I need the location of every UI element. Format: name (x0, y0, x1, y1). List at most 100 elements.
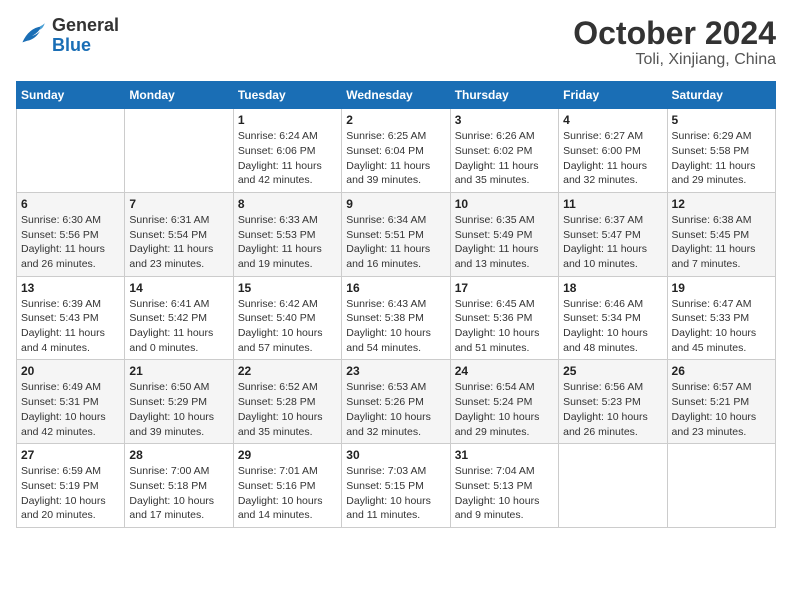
calendar-cell: 25 Sunrise: 6:56 AM Sunset: 5:23 PM Dayli… (559, 360, 667, 444)
calendar-cell: 14 Sunrise: 6:41 AM Sunset: 5:42 PM Dayli… (125, 276, 233, 360)
calendar-table: SundayMondayTuesdayWednesdayThursdayFrid… (16, 81, 776, 528)
calendar-cell (125, 109, 233, 193)
logo-name-line1: General (52, 16, 119, 36)
day-number: 12 (672, 197, 771, 211)
day-info: Sunrise: 7:01 AM Sunset: 5:16 PM Dayligh… (238, 464, 337, 523)
calendar-cell: 15 Sunrise: 6:42 AM Sunset: 5:40 PM Dayli… (233, 276, 341, 360)
day-info: Sunrise: 6:31 AM Sunset: 5:54 PM Dayligh… (129, 213, 228, 272)
day-info: Sunrise: 6:46 AM Sunset: 5:34 PM Dayligh… (563, 297, 662, 356)
day-info: Sunrise: 6:59 AM Sunset: 5:19 PM Dayligh… (21, 464, 120, 523)
day-info: Sunrise: 6:54 AM Sunset: 5:24 PM Dayligh… (455, 380, 554, 439)
day-number: 8 (238, 197, 337, 211)
day-number: 13 (21, 281, 120, 295)
logo-name-line2: Blue (52, 36, 119, 56)
day-number: 26 (672, 364, 771, 378)
day-info: Sunrise: 6:27 AM Sunset: 6:00 PM Dayligh… (563, 129, 662, 188)
day-info: Sunrise: 6:34 AM Sunset: 5:51 PM Dayligh… (346, 213, 445, 272)
calendar-cell: 8 Sunrise: 6:33 AM Sunset: 5:53 PM Daylig… (233, 192, 341, 276)
day-number: 9 (346, 197, 445, 211)
calendar-cell: 3 Sunrise: 6:26 AM Sunset: 6:02 PM Daylig… (450, 109, 558, 193)
day-info: Sunrise: 6:56 AM Sunset: 5:23 PM Dayligh… (563, 380, 662, 439)
day-number: 29 (238, 448, 337, 462)
calendar-cell (559, 444, 667, 528)
weekday-header-friday: Friday (559, 82, 667, 109)
week-row-1: 1 Sunrise: 6:24 AM Sunset: 6:06 PM Daylig… (17, 109, 776, 193)
day-number: 14 (129, 281, 228, 295)
calendar-cell: 31 Sunrise: 7:04 AM Sunset: 5:13 PM Dayli… (450, 444, 558, 528)
calendar-cell: 30Sunrise: 7:03 AM Sunset: 5:15 PM Dayli… (342, 444, 450, 528)
day-number: 28 (129, 448, 228, 462)
calendar-cell: 19 Sunrise: 6:47 AM Sunset: 5:33 PM Dayli… (667, 276, 775, 360)
day-number: 27 (21, 448, 120, 462)
day-info: Sunrise: 6:57 AM Sunset: 5:21 PM Dayligh… (672, 380, 771, 439)
day-number: 25 (563, 364, 662, 378)
calendar-cell: 1 Sunrise: 6:24 AM Sunset: 6:06 PM Daylig… (233, 109, 341, 193)
calendar-cell: 20 Sunrise: 6:49 AM Sunset: 5:31 PM Dayli… (17, 360, 125, 444)
calendar-cell: 21Sunrise: 6:50 AM Sunset: 5:29 PM Dayli… (125, 360, 233, 444)
day-info: Sunrise: 6:49 AM Sunset: 5:31 PM Dayligh… (21, 380, 120, 439)
day-number: 23 (346, 364, 445, 378)
day-number: 1 (238, 113, 337, 127)
calendar-cell: 7 Sunrise: 6:31 AM Sunset: 5:54 PM Daylig… (125, 192, 233, 276)
day-info: Sunrise: 6:26 AM Sunset: 6:02 PM Dayligh… (455, 129, 554, 188)
week-row-3: 13 Sunrise: 6:39 AM Sunset: 5:43 PM Dayli… (17, 276, 776, 360)
day-number: 18 (563, 281, 662, 295)
day-number: 20 (21, 364, 120, 378)
calendar-cell: 26 Sunrise: 6:57 AM Sunset: 5:21 PM Dayli… (667, 360, 775, 444)
day-info: Sunrise: 6:24 AM Sunset: 6:06 PM Dayligh… (238, 129, 337, 188)
title-block: October 2024 Toli, Xinjiang, China (573, 16, 776, 69)
calendar-cell: 12 Sunrise: 6:38 AM Sunset: 5:45 PM Dayli… (667, 192, 775, 276)
day-number: 17 (455, 281, 554, 295)
day-number: 19 (672, 281, 771, 295)
calendar-cell: 17 Sunrise: 6:45 AM Sunset: 5:36 PM Dayli… (450, 276, 558, 360)
day-info: Sunrise: 6:42 AM Sunset: 5:40 PM Dayligh… (238, 297, 337, 356)
calendar-cell: 18 Sunrise: 6:46 AM Sunset: 5:34 PM Dayli… (559, 276, 667, 360)
day-number: 7 (129, 197, 228, 211)
day-info: Sunrise: 6:39 AM Sunset: 5:43 PM Dayligh… (21, 297, 120, 356)
day-info: Sunrise: 6:52 AM Sunset: 5:28 PM Dayligh… (238, 380, 337, 439)
calendar-title: October 2024 (573, 16, 776, 51)
weekday-header-saturday: Saturday (667, 82, 775, 109)
calendar-cell: 10 Sunrise: 6:35 AM Sunset: 5:49 PM Dayli… (450, 192, 558, 276)
calendar-cell: 5Sunrise: 6:29 AM Sunset: 5:58 PM Daylig… (667, 109, 775, 193)
page-header: General Blue October 2024 Toli, Xinjiang… (16, 16, 776, 69)
calendar-cell: 2Sunrise: 6:25 AM Sunset: 6:04 PM Daylig… (342, 109, 450, 193)
calendar-cell: 28Sunrise: 7:00 AM Sunset: 5:18 PM Dayli… (125, 444, 233, 528)
day-number: 16 (346, 281, 445, 295)
week-row-4: 20 Sunrise: 6:49 AM Sunset: 5:31 PM Dayli… (17, 360, 776, 444)
calendar-cell: 16Sunrise: 6:43 AM Sunset: 5:38 PM Dayli… (342, 276, 450, 360)
day-number: 4 (563, 113, 662, 127)
calendar-cell: 27 Sunrise: 6:59 AM Sunset: 5:19 PM Dayli… (17, 444, 125, 528)
day-number: 3 (455, 113, 554, 127)
calendar-cell: 22Sunrise: 6:52 AM Sunset: 5:28 PM Dayli… (233, 360, 341, 444)
day-number: 10 (455, 197, 554, 211)
day-number: 31 (455, 448, 554, 462)
weekday-header-tuesday: Tuesday (233, 82, 341, 109)
logo: General Blue (16, 16, 119, 56)
calendar-cell: 23 Sunrise: 6:53 AM Sunset: 5:26 PM Dayli… (342, 360, 450, 444)
day-info: Sunrise: 6:45 AM Sunset: 5:36 PM Dayligh… (455, 297, 554, 356)
day-info: Sunrise: 6:35 AM Sunset: 5:49 PM Dayligh… (455, 213, 554, 272)
day-info: Sunrise: 6:33 AM Sunset: 5:53 PM Dayligh… (238, 213, 337, 272)
calendar-cell: 4 Sunrise: 6:27 AM Sunset: 6:00 PM Daylig… (559, 109, 667, 193)
weekday-header-monday: Monday (125, 82, 233, 109)
calendar-cell: 9 Sunrise: 6:34 AM Sunset: 5:51 PM Daylig… (342, 192, 450, 276)
day-info: Sunrise: 6:30 AM Sunset: 5:56 PM Dayligh… (21, 213, 120, 272)
day-number: 5 (672, 113, 771, 127)
day-info: Sunrise: 6:53 AM Sunset: 5:26 PM Dayligh… (346, 380, 445, 439)
calendar-cell: 6Sunrise: 6:30 AM Sunset: 5:56 PM Daylig… (17, 192, 125, 276)
day-number: 15 (238, 281, 337, 295)
logo-icon (16, 20, 48, 52)
weekday-header-sunday: Sunday (17, 82, 125, 109)
calendar-subtitle: Toli, Xinjiang, China (573, 51, 776, 69)
day-info: Sunrise: 7:04 AM Sunset: 5:13 PM Dayligh… (455, 464, 554, 523)
day-info: Sunrise: 6:41 AM Sunset: 5:42 PM Dayligh… (129, 297, 228, 356)
day-number: 24 (455, 364, 554, 378)
day-info: Sunrise: 6:47 AM Sunset: 5:33 PM Dayligh… (672, 297, 771, 356)
weekday-header-row: SundayMondayTuesdayWednesdayThursdayFrid… (17, 82, 776, 109)
day-info: Sunrise: 7:03 AM Sunset: 5:15 PM Dayligh… (346, 464, 445, 523)
day-number: 11 (563, 197, 662, 211)
calendar-cell (667, 444, 775, 528)
calendar-cell: 11Sunrise: 6:37 AM Sunset: 5:47 PM Dayli… (559, 192, 667, 276)
day-info: Sunrise: 6:38 AM Sunset: 5:45 PM Dayligh… (672, 213, 771, 272)
